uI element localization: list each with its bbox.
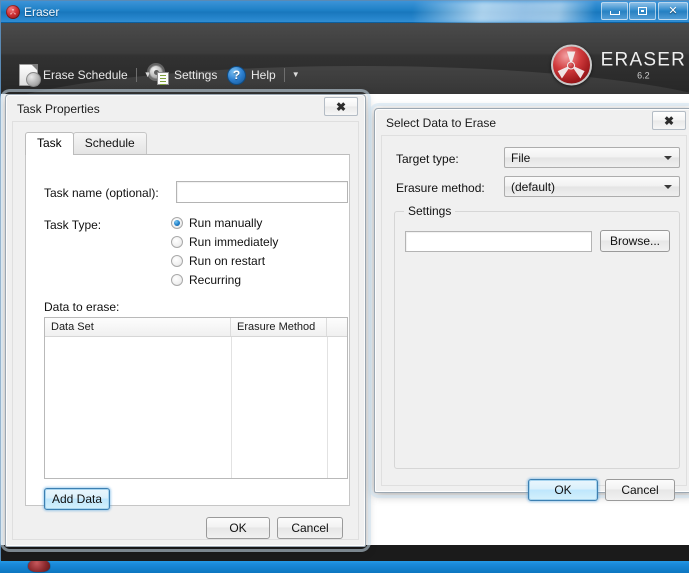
- toolbar-help-label: Help: [251, 68, 276, 82]
- select-data-client: Target type: File Erasure method: (defau…: [381, 135, 687, 501]
- radio-label: Run immediately: [189, 235, 279, 249]
- task-name-input[interactable]: [176, 181, 348, 203]
- task-type-label: Task Type:: [44, 218, 102, 232]
- task-properties-cancel-button[interactable]: Cancel: [277, 517, 343, 539]
- close-icon: ✖: [335, 99, 347, 114]
- chevron-down-icon[interactable]: ▼: [283, 68, 300, 82]
- column-header-data-set[interactable]: Data Set: [45, 318, 231, 336]
- data-to-erase-label: Data to erase:: [44, 300, 120, 314]
- select-data-title: Select Data to Erase: [386, 116, 497, 130]
- chevron-down-icon: [664, 155, 672, 160]
- radio-recurring[interactable]: Recurring: [171, 273, 241, 287]
- window-bottom-strip: [1, 545, 689, 561]
- path-input[interactable]: [405, 231, 592, 252]
- settings-groupbox: Settings Browse...: [394, 204, 680, 469]
- close-icon: ✖: [663, 113, 675, 128]
- add-data-button[interactable]: Add Data: [44, 488, 110, 510]
- maximize-icon: [630, 3, 655, 19]
- cancel-label: Cancel: [291, 521, 329, 535]
- data-set-grid[interactable]: Data Set Erasure Method: [44, 317, 348, 479]
- radiation-logo-icon: [550, 44, 592, 86]
- radio-run-immediately[interactable]: Run immediately: [171, 235, 278, 249]
- select-data-close-button[interactable]: ✖: [652, 111, 686, 130]
- erasure-method-combobox[interactable]: (default): [504, 176, 680, 197]
- tab-schedule[interactable]: Schedule: [72, 132, 147, 154]
- minimize-button[interactable]: [601, 2, 628, 20]
- radio-run-on-restart[interactable]: Run on restart: [171, 254, 265, 268]
- window-titlebar: Eraser ✕: [1, 1, 689, 23]
- task-properties-client: Task Schedule Task name (optional): Task…: [12, 121, 359, 540]
- radio-indicator: [171, 217, 183, 229]
- tab-task[interactable]: Task: [25, 132, 74, 155]
- task-properties-dialog: Task Properties ✖ Task Schedule Task nam…: [5, 94, 366, 547]
- radio-indicator: [171, 274, 183, 286]
- ok-label: OK: [229, 521, 247, 535]
- ok-label: OK: [554, 483, 572, 497]
- minimize-icon: [602, 3, 627, 19]
- task-properties-close-button[interactable]: ✖: [324, 97, 358, 116]
- maximize-button[interactable]: [629, 2, 656, 20]
- close-button[interactable]: ✕: [658, 2, 688, 20]
- task-name-label: Task name (optional):: [44, 186, 159, 200]
- radio-label: Recurring: [189, 273, 242, 287]
- radio-label: Run on restart: [189, 254, 266, 268]
- column-header-erasure-method[interactable]: Erasure Method: [231, 318, 327, 336]
- select-data-cancel-button[interactable]: Cancel: [605, 479, 675, 501]
- settings-group-label: Settings: [404, 204, 456, 218]
- toolbar-settings-label: Settings: [174, 68, 218, 82]
- logo-name: ERASER: [600, 49, 686, 70]
- task-properties-ok-button[interactable]: OK: [206, 517, 270, 539]
- column-header-extra[interactable]: [327, 318, 347, 336]
- settings-gear-icon: [149, 65, 169, 85]
- target-type-combobox[interactable]: File: [504, 147, 680, 168]
- logo-version: 6.2: [637, 70, 650, 80]
- task-properties-tabstrip: Task Schedule: [25, 132, 147, 155]
- browse-label: Browse...: [609, 234, 660, 248]
- radio-indicator: [171, 255, 183, 267]
- erasure-method-value: (default): [511, 179, 556, 194]
- toolbar-settings[interactable]: Settings: [149, 60, 217, 90]
- grid-header-row: Data Set Erasure Method: [45, 318, 347, 337]
- main-toolbar: Erase Schedule ▼ Settings ? Help ▼ ERASE…: [1, 23, 689, 94]
- select-data-ok-button[interactable]: OK: [528, 479, 598, 501]
- eraser-logo: ERASER 6.2: [550, 44, 686, 86]
- select-data-dialog: Select Data to Erase ✖ Target type: File…: [374, 108, 689, 501]
- add-data-label: Add Data: [51, 492, 103, 506]
- window-title: Eraser: [24, 5, 60, 19]
- target-type-value: File: [511, 150, 531, 165]
- radio-label: Run manually: [189, 216, 263, 230]
- logo-text: ERASER 6.2: [601, 50, 686, 80]
- chevron-down-icon: [664, 184, 672, 189]
- erasure-method-label: Erasure method:: [396, 181, 485, 195]
- task-tab-page: Task name (optional): Task Type: Run man…: [25, 154, 350, 510]
- cancel-label: Cancel: [621, 483, 659, 497]
- task-properties-title: Task Properties: [17, 102, 100, 116]
- titlebar-glass-effect: [414, 1, 594, 23]
- target-type-label: Target type:: [396, 152, 459, 166]
- grid-body: [45, 337, 347, 478]
- close-icon: ✕: [668, 4, 678, 17]
- help-question-icon: ?: [227, 65, 246, 85]
- toolbar-erase-schedule-label: Erase Schedule: [43, 68, 128, 82]
- erase-schedule-icon: [19, 64, 41, 87]
- browse-button[interactable]: Browse...: [600, 230, 670, 252]
- radio-run-manually[interactable]: Run manually: [171, 216, 262, 230]
- toolbar-help[interactable]: ? Help ▼: [227, 60, 300, 90]
- radio-indicator: [171, 236, 183, 248]
- toolbar-erase-schedule[interactable]: Erase Schedule ▼: [19, 60, 152, 90]
- app-radiation-icon: [6, 5, 20, 19]
